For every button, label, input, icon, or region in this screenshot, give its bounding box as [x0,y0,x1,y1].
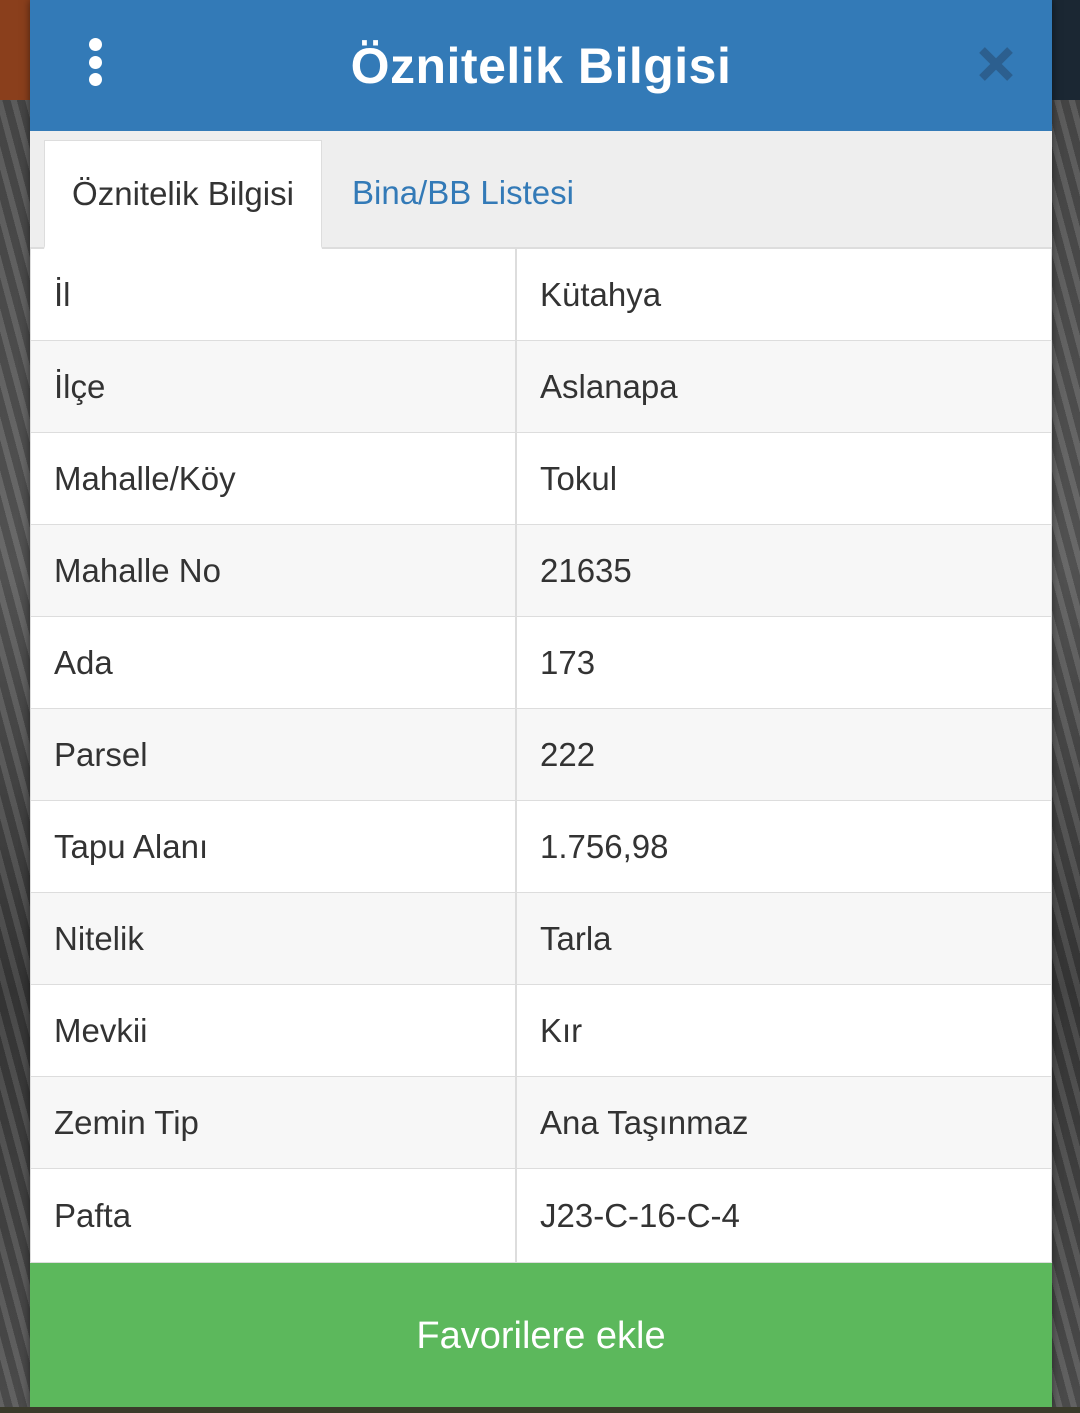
attribute-table: İl Kütahya İlçe Aslanapa Mahalle/Köy Tok… [30,249,1052,1263]
tab-label: Öznitelik Bilgisi [72,174,294,212]
table-row: Pafta J23-C-16-C-4 [31,1169,1051,1263]
map-edge-left [0,0,30,100]
table-row: Zemin Tip Ana Taşınmaz [31,1077,1051,1169]
attribute-key: Mevkii [31,985,517,1076]
table-row: Ada 173 [31,617,1051,709]
attribute-key: Mahalle No [31,525,517,616]
attribute-value: J23-C-16-C-4 [540,1196,740,1234]
map-edge-bottom [0,1407,1080,1413]
table-row: Parsel 222 [31,709,1051,801]
map-edge-right [1052,0,1080,100]
table-row: Tapu Alanı 1.756,98 [31,801,1051,893]
table-row: İl Kütahya [31,249,1051,341]
attribute-key: Pafta [31,1169,517,1262]
attribute-value: 1.756,98 [540,827,669,865]
attribute-key: İlçe [31,341,517,432]
menu-dot [88,38,102,51]
attribute-key: Mahalle/Köy [31,433,517,524]
attribute-key: Zemin Tip [31,1077,517,1168]
menu-dot [88,55,102,69]
attribute-key: Ada [31,617,517,708]
close-icon[interactable] [976,44,1016,84]
table-row: Mahalle/Köy Tokul [31,433,1051,525]
attribute-value: 21635 [540,551,632,589]
attribute-key: Tapu Alanı [31,801,517,892]
tab-bar: Öznitelik Bilgisi Bina/BB Listesi [30,131,1052,249]
dialog-title: Öznitelik Bilgisi [350,37,732,94]
dialog-header: Öznitelik Bilgisi [30,0,1052,131]
attribute-info-dialog: Öznitelik Bilgisi Öznitelik Bilgisi Bina… [30,0,1052,1409]
table-row: Nitelik Tarla [31,893,1051,985]
tab-label: Bina/BB Listesi [352,174,574,211]
tab-building-list[interactable]: Bina/BB Listesi [352,140,574,246]
attribute-value: Tarla [540,919,612,957]
table-row: Mahalle No 21635 [31,525,1051,617]
table-row: İlçe Aslanapa [31,341,1051,433]
add-to-favorites-button[interactable]: Favorilere ekle [30,1263,1052,1409]
attribute-value: Aslanapa [540,367,678,405]
attribute-key: Nitelik [31,893,517,984]
attribute-value: 222 [540,735,596,773]
vertical-dots-menu-icon[interactable] [88,38,102,86]
tab-attribute-info[interactable]: Öznitelik Bilgisi [44,140,322,249]
attribute-value: Kır [540,1011,583,1049]
attribute-key: İl [31,249,517,340]
attribute-value: Ana Taşınmaz [540,1103,749,1141]
attribute-value: 173 [540,643,596,681]
attribute-key: Parsel [31,709,517,800]
attribute-value: Kütahya [540,275,662,313]
attribute-value: Tokul [540,459,618,497]
table-row: Mevkii Kır [31,985,1051,1077]
menu-dot [88,73,102,86]
add-to-favorites-label: Favorilere ekle [416,1314,666,1357]
